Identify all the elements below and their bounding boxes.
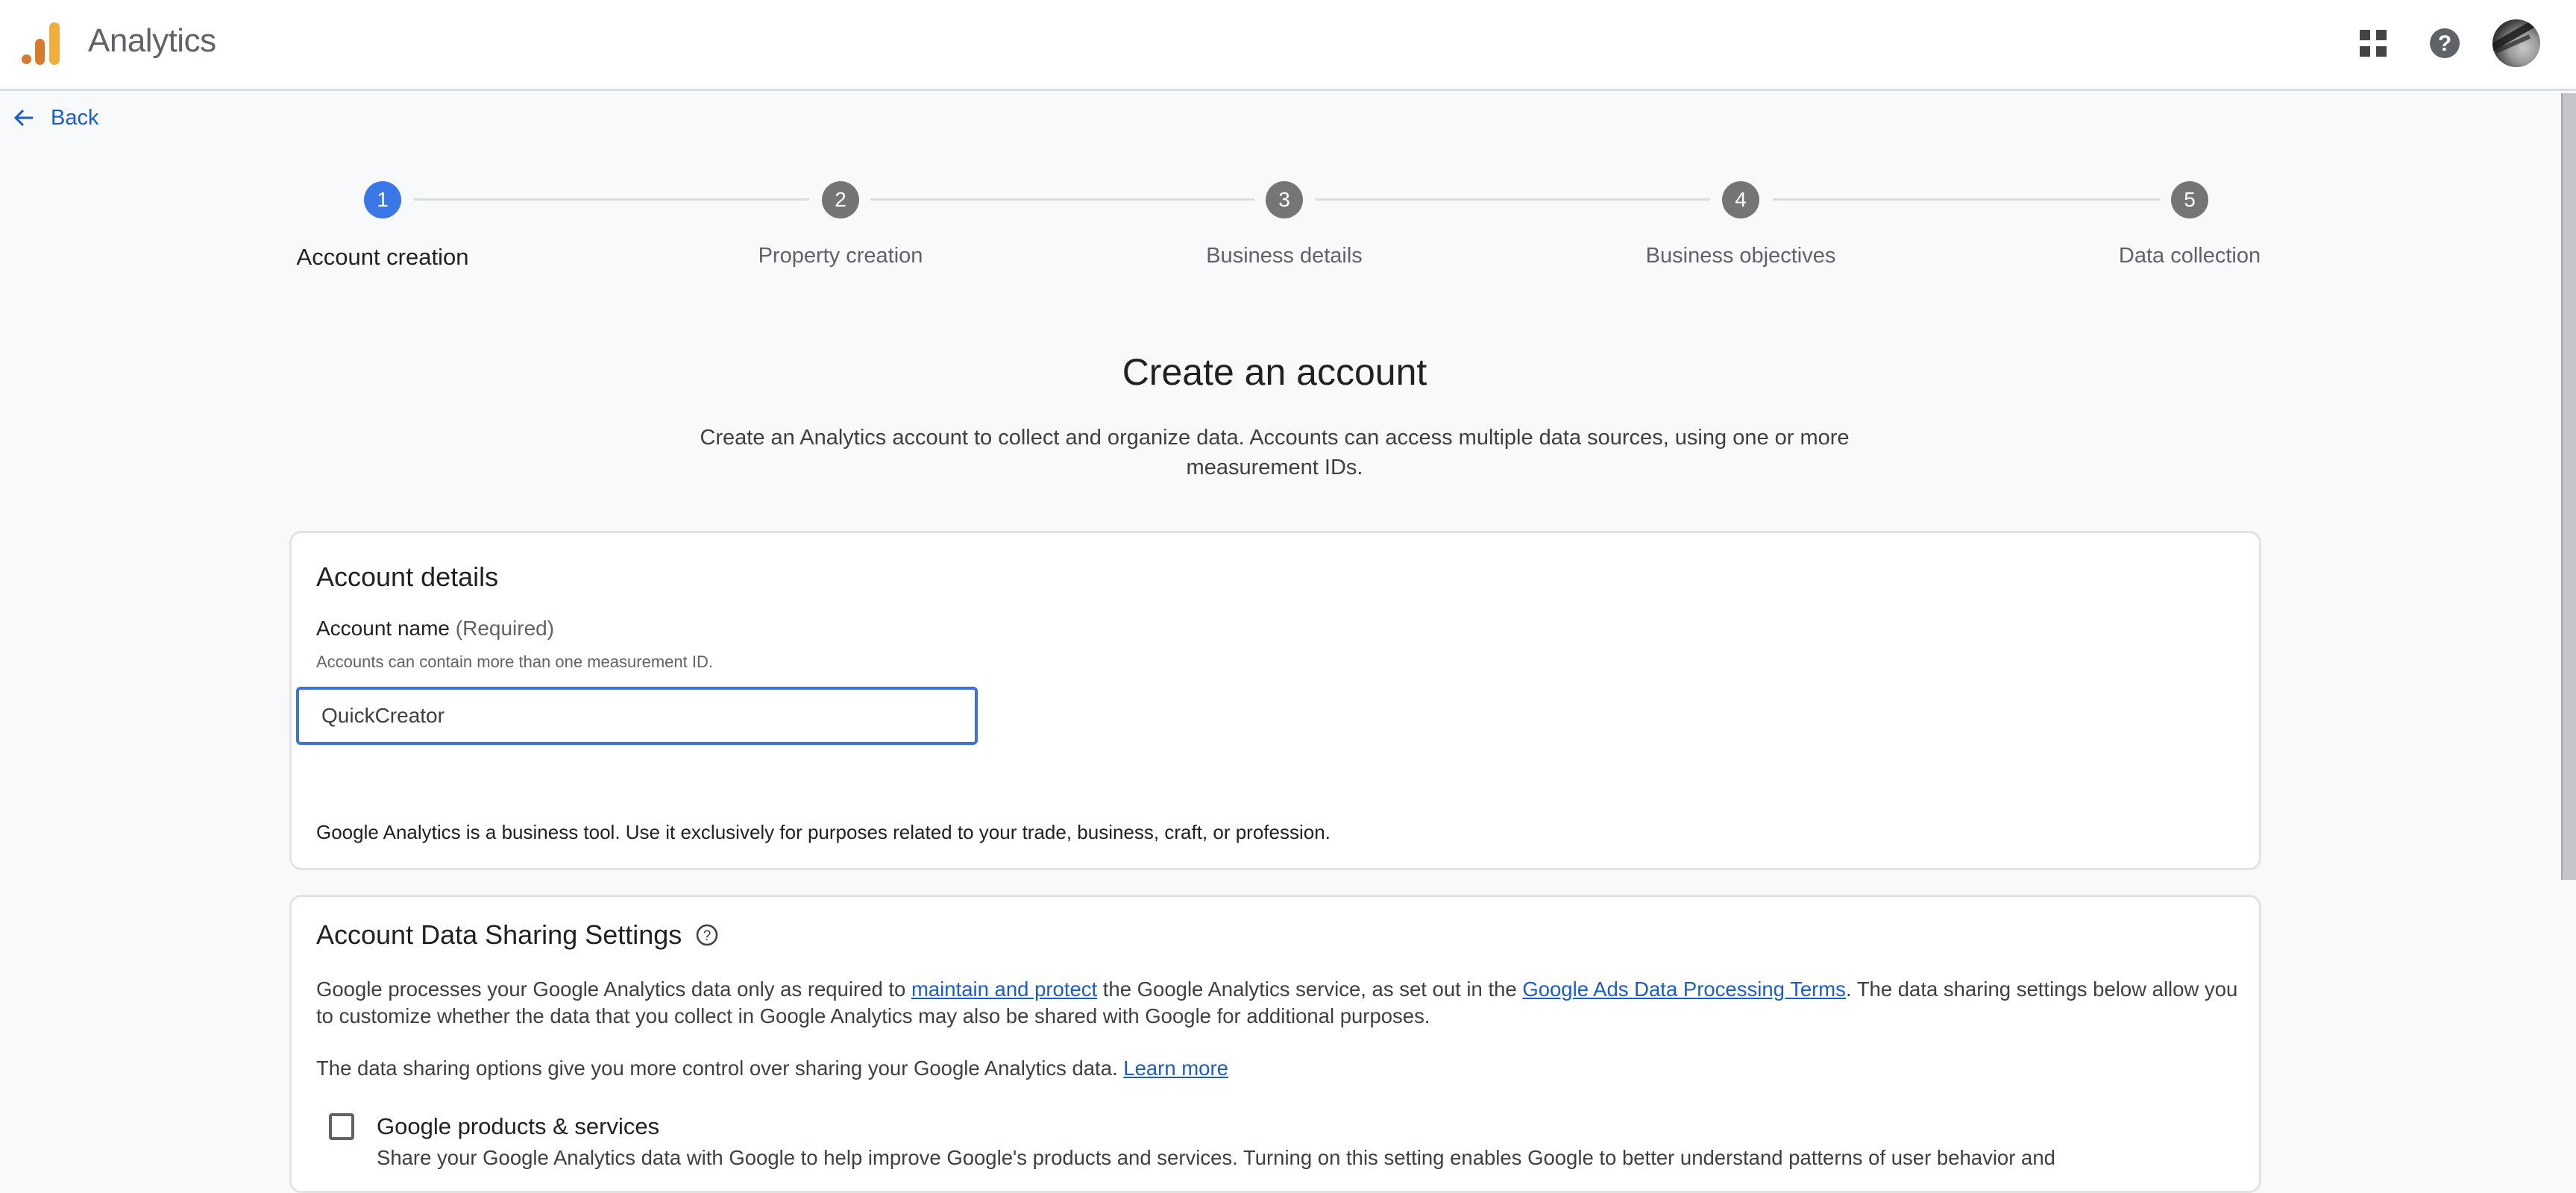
para-text: the Google Analytics service, as set out… (1097, 978, 1523, 1001)
svg-text:?: ? (2438, 31, 2451, 56)
step-label: Business objectives (1645, 244, 1836, 268)
option-google-products-services[interactable]: Google products & services (329, 1113, 659, 1140)
checkbox-label[interactable]: Google products & services (377, 1113, 659, 1140)
step-label: Data collection (2118, 244, 2261, 268)
page-subtitle: Create an Analytics account to collect a… (700, 426, 1850, 479)
analytics-logo-icon[interactable] (22, 22, 60, 65)
account-name-label: Account name (Required) (316, 617, 554, 640)
step-account-creation[interactable]: 1 Account creation (271, 181, 494, 271)
para-text: The data sharing options give you more c… (316, 1057, 1124, 1080)
page-title: Create an account (1122, 351, 1427, 393)
top-app-bar: Analytics ? (0, 0, 2576, 91)
account-name-help: Accounts can contain more than one measu… (316, 652, 713, 671)
apps-grid-icon[interactable] (2351, 21, 2396, 66)
logo-bar-tall (49, 22, 60, 65)
step-number: 1 (364, 181, 401, 218)
learn-more-link[interactable]: Learn more (1123, 1057, 1228, 1080)
help-icon[interactable]: ? (2422, 21, 2467, 66)
step-label: Account creation (296, 244, 469, 270)
required-indicator: (Required) (455, 617, 555, 640)
account-details-heading: Account details (316, 561, 499, 592)
maintain-protect-link[interactable]: maintain and protect (911, 978, 1097, 1001)
app-title[interactable]: Analytics (88, 22, 216, 60)
step-number: 5 (2171, 181, 2208, 218)
account-avatar[interactable] (2492, 19, 2540, 67)
step-number: 4 (1722, 181, 1759, 218)
para-text: Google processes your Google Analytics d… (316, 978, 911, 1001)
svg-text:?: ? (703, 928, 711, 944)
account-name-label-text: Account name (316, 617, 450, 640)
data-sharing-heading-text: Account Data Sharing Settings (316, 919, 682, 950)
step-number: 3 (1266, 181, 1303, 218)
ads-data-processing-terms-link[interactable]: Google Ads Data Processing Terms (1522, 978, 1846, 1001)
account-name-input[interactable] (296, 687, 978, 745)
logo-bar-mid (35, 39, 45, 65)
data-sharing-heading: Account Data Sharing Settings ? (316, 919, 719, 951)
arrow-back-icon (13, 109, 33, 127)
scrollbar-thumb[interactable] (2561, 93, 2576, 880)
step-data-collection[interactable]: 5 Data collection (2078, 181, 2302, 268)
option-description: Share your Google Analytics data with Go… (377, 1146, 2055, 1169)
back-button[interactable]: Back (13, 103, 98, 133)
step-number: 2 (822, 181, 859, 218)
account-details-card: Account details Account name (Required) … (289, 531, 2261, 870)
business-tool-note: Google Analytics is a business tool. Use… (316, 821, 1331, 843)
step-label: Business details (1206, 244, 1363, 268)
data-processing-paragraph: Google processes your Google Analytics d… (316, 976, 2240, 1030)
google-products-services-checkbox[interactable] (329, 1113, 354, 1140)
step-property-creation[interactable]: 2 Property creation (729, 181, 952, 268)
logo-dot (22, 54, 31, 64)
data-sharing-card: Account Data Sharing Settings ? Google p… (289, 895, 2261, 1193)
step-business-details[interactable]: 3 Business details (1172, 181, 1396, 268)
step-business-objectives[interactable]: 4 Business objectives (1629, 181, 1853, 268)
back-label: Back (51, 105, 99, 130)
data-sharing-options-paragraph: The data sharing options give you more c… (316, 1055, 2240, 1082)
step-label: Property creation (758, 244, 923, 268)
help-outline-icon[interactable]: ? (695, 923, 719, 947)
